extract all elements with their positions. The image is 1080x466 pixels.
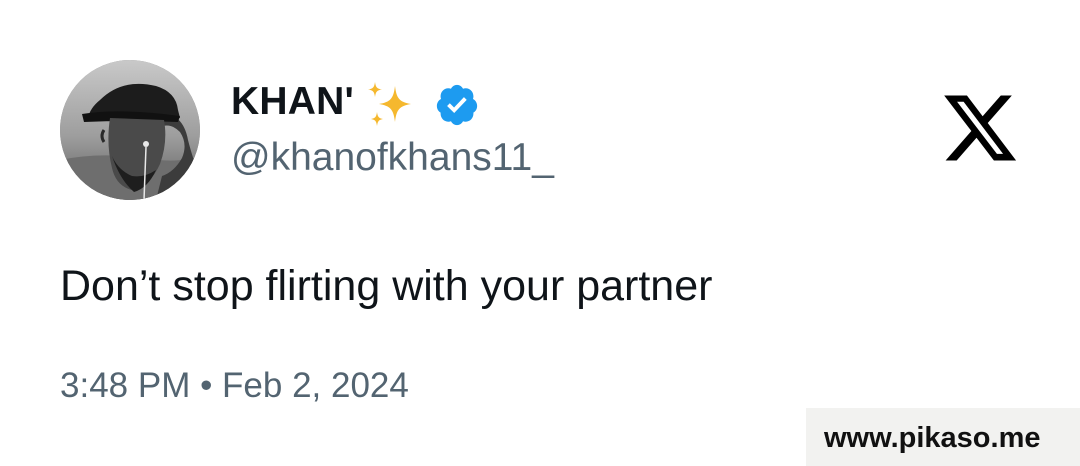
verified-badge-icon — [436, 84, 478, 126]
sparkles-icon — [368, 82, 411, 126]
avatar-image — [60, 60, 200, 200]
tweet-text: Don’t stop flirting with your partner — [60, 262, 713, 310]
display-name[interactable]: KHAN' — [231, 78, 354, 126]
watermark-text: www.pikaso.me — [824, 422, 1041, 454]
author-handle[interactable]: @khanofkhans11_ — [231, 134, 554, 182]
avatar[interactable] — [60, 60, 200, 200]
tweet-timestamp[interactable]: 3:48 PM • Feb 2, 2024 — [60, 362, 409, 410]
x-logo-icon[interactable] — [940, 88, 1020, 168]
tweet-card: KHAN' @khanofkhans11_ Don’t stop flirtin… — [0, 0, 1080, 466]
watermark: www.pikaso.me — [806, 408, 1080, 466]
